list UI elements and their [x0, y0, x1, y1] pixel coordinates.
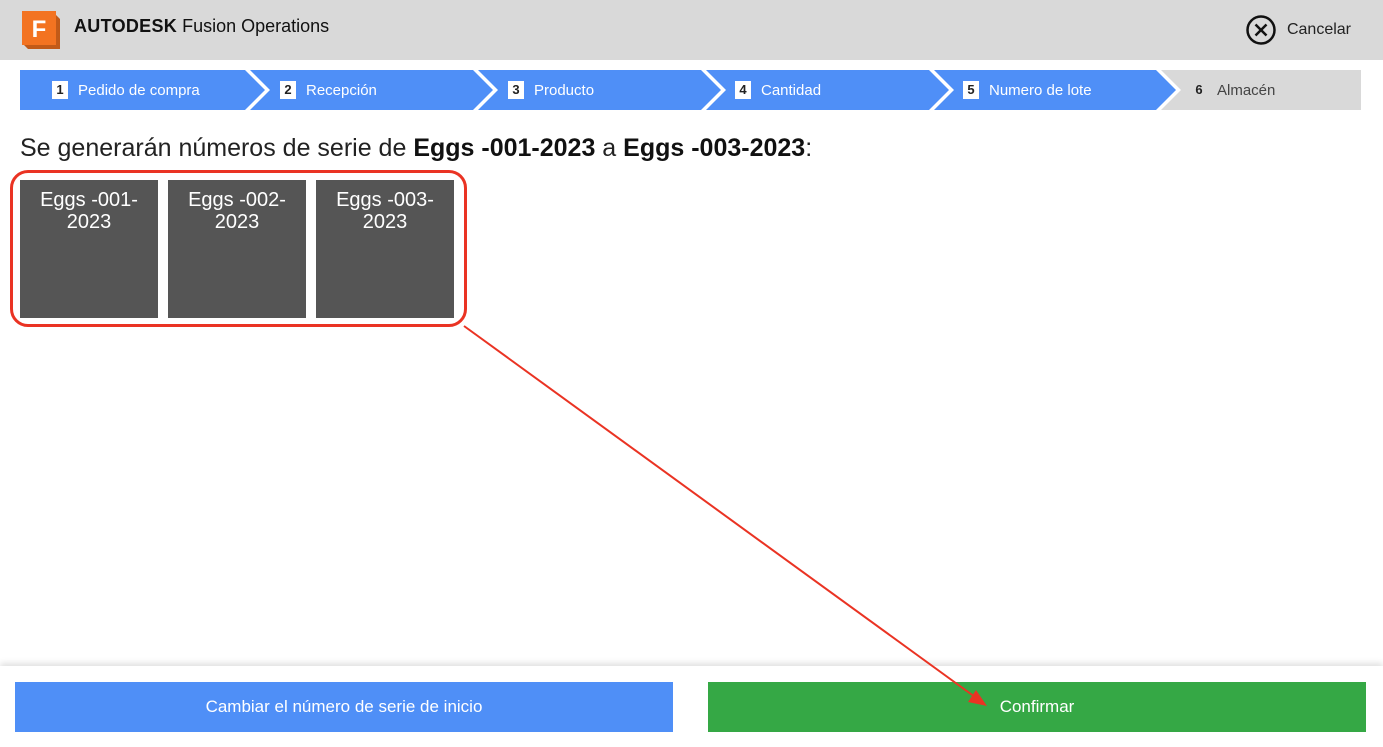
- step-cantidad[interactable]: 4 Cantidad: [735, 70, 821, 110]
- step-number: 4: [735, 81, 751, 99]
- step-number: 1: [52, 81, 68, 99]
- step-label: Numero de lote: [989, 81, 1092, 99]
- serial-tile[interactable]: Eggs -001- 2023: [20, 180, 158, 318]
- serial-tile[interactable]: Eggs -002- 2023: [168, 180, 306, 318]
- cancel-label: Cancelar: [1286, 21, 1351, 38]
- confirm-button[interactable]: Confirmar: [708, 682, 1366, 732]
- logo-letter: F: [32, 16, 47, 43]
- step-almacen[interactable]: 6 Almacén: [1191, 70, 1275, 110]
- fusion-logo-icon: F: [22, 11, 60, 49]
- annotation-arrow: [463, 325, 987, 706]
- serial-tile-line2: 2023: [66, 211, 112, 233]
- message-suffix: :: [805, 134, 813, 162]
- app-brand: AUTODESK Fusion Operations: [74, 16, 329, 37]
- change-start-serial-button[interactable]: Cambiar el número de serie de inicio: [15, 682, 673, 732]
- serial-range-message: Se generarán números de serie de Eggs -0…: [20, 134, 812, 163]
- serial-from: Eggs -001-2023: [413, 134, 596, 162]
- step-label: Producto: [534, 81, 595, 99]
- serial-tile-line1: Eggs -001-: [40, 189, 138, 211]
- serial-to: Eggs -003-2023: [623, 134, 806, 162]
- step-numero-de-lote[interactable]: 5 Numero de lote: [963, 70, 1092, 110]
- message-middle: a: [595, 134, 624, 162]
- brand-product: Fusion Operations: [182, 16, 330, 36]
- serial-tile-line2: 2023: [362, 211, 408, 233]
- close-circle-icon: [1246, 15, 1276, 45]
- brand-autodesk: AUTODESK: [74, 16, 178, 36]
- message-prefix: Se generarán números de serie de: [20, 134, 414, 162]
- step-label: Cantidad: [761, 81, 822, 99]
- serial-tile-line1: Eggs -002-: [188, 189, 286, 211]
- step-number: 2: [280, 81, 296, 99]
- app-header: F AUTODESK Fusion Operations Cancelar: [0, 0, 1383, 60]
- step-label: Recepción: [306, 81, 377, 99]
- step-label: Pedido de compra: [78, 81, 200, 99]
- action-footer: Cambiar el número de serie de inicio Con…: [0, 666, 1383, 747]
- step-number: 5: [963, 81, 979, 99]
- serial-tile-line2: 2023: [214, 211, 260, 233]
- step-label: Almacén: [1217, 81, 1276, 99]
- step-producto[interactable]: 3 Producto: [508, 70, 594, 110]
- stepper-background: [20, 70, 1361, 110]
- step-number: 6: [1195, 82, 1203, 97]
- step-number: 3: [508, 81, 524, 99]
- wizard-stepper: 1 Pedido de compra 2 Recepción 3 Product…: [20, 70, 1361, 110]
- serial-tile-line1: Eggs -003-: [336, 189, 434, 211]
- cancel-button[interactable]: Cancelar: [1245, 14, 1351, 46]
- step-recepcion[interactable]: 2 Recepción: [280, 70, 377, 110]
- serial-tile[interactable]: Eggs -003- 2023: [316, 180, 454, 318]
- step-pedido-de-compra[interactable]: 1 Pedido de compra: [52, 70, 200, 110]
